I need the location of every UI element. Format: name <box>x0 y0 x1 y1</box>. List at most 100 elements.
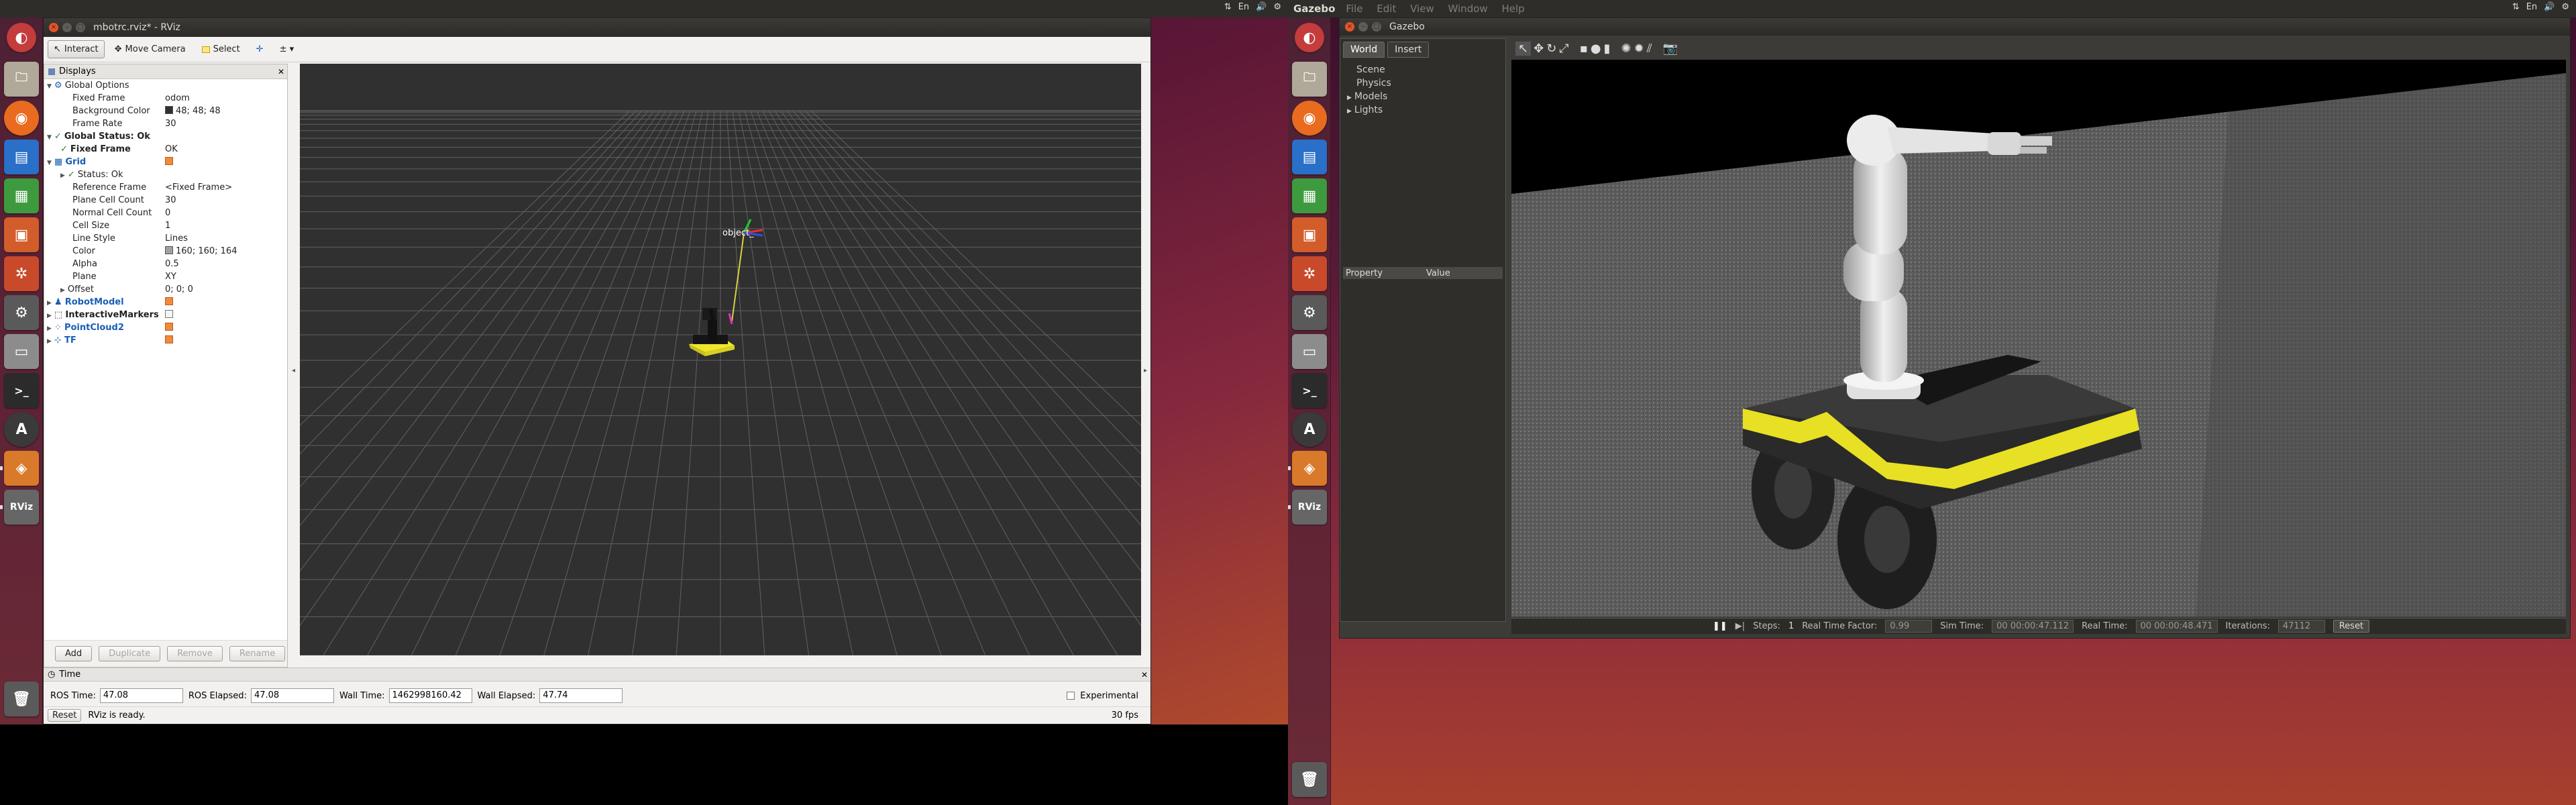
tree-row[interactable]: ✓ Fixed Frame OK <box>44 143 287 156</box>
box-shape-icon[interactable]: ▪ <box>1580 42 1588 56</box>
tree-row[interactable]: Line Style Lines <box>44 232 287 245</box>
tree-item-models[interactable]: ▶ Models <box>1347 91 1499 105</box>
minimize-window-button[interactable]: – <box>1358 22 1368 32</box>
reset-button[interactable]: Reset <box>48 709 82 722</box>
select-mode-icon[interactable]: ↖ <box>1515 41 1532 56</box>
tree-row[interactable]: Alpha 0.5 <box>44 258 287 270</box>
tf-enable-checkbox[interactable] <box>165 335 173 343</box>
drive-icon[interactable]: ▭ <box>1292 334 1327 369</box>
writer-icon[interactable]: ▤ <box>1292 140 1327 174</box>
point-light-icon[interactable]: ✺ <box>1621 42 1631 56</box>
firefox-icon[interactable]: ◉ <box>1292 101 1327 136</box>
robotmodel-enable-checkbox[interactable] <box>165 297 173 305</box>
trash-icon[interactable]: 🗑 <box>4 682 39 716</box>
right-splitter-handle[interactable]: ▸ <box>1144 367 1147 374</box>
rotate-mode-icon[interactable]: ↻ <box>1546 42 1556 56</box>
tab-world[interactable]: World <box>1343 42 1385 58</box>
tree-row[interactable]: ▼ ▦ Grid <box>44 156 287 168</box>
expand-icon[interactable]: ▶ <box>1347 108 1352 115</box>
sphere-shape-icon[interactable]: ● <box>1591 42 1601 56</box>
tree-row[interactable]: Background Color 48; 48; 48 <box>44 105 287 117</box>
pointcloud2-enable-checkbox[interactable] <box>165 322 173 331</box>
tree-item-scene[interactable]: Scene <box>1347 64 1499 78</box>
calc-icon[interactable]: ▦ <box>1292 178 1327 213</box>
volume-icon[interactable]: 🔊 <box>2544 2 2555 12</box>
directional-light-icon[interactable]: ⫽ <box>1647 42 1652 56</box>
cylinder-shape-icon[interactable]: ▮ <box>1604 42 1611 56</box>
settings-gear-icon[interactable]: ⚙ <box>2561 2 2569 12</box>
calc-icon[interactable]: ▦ <box>4 178 39 213</box>
tools-menu-button[interactable]: ± ▾ <box>274 40 301 58</box>
pause-icon[interactable]: ❚❚ <box>1713 621 1727 631</box>
translate-mode-icon[interactable]: ✥ <box>1534 42 1544 56</box>
gazebo-3d-viewport[interactable] <box>1511 60 2566 616</box>
tree-row[interactable]: Fixed Frame odom <box>44 92 287 105</box>
impress-icon[interactable]: ▣ <box>4 217 39 252</box>
volume-icon[interactable]: 🔊 <box>1256 2 1267 12</box>
close-window-button[interactable]: × <box>49 23 58 32</box>
background-color-swatch[interactable] <box>165 106 173 114</box>
dash-home-icon[interactable]: ◐ <box>7 23 36 52</box>
tree-row[interactable]: ▶ ⁘ PointCloud2 <box>44 321 287 334</box>
duplicate-display-button[interactable]: Duplicate <box>99 646 161 661</box>
terminal-icon[interactable]: >_ <box>4 373 39 408</box>
settings-icon[interactable]: ⚙ <box>4 295 39 330</box>
grid-color-swatch[interactable] <box>165 246 173 254</box>
remove-display-button[interactable]: Remove <box>167 646 223 661</box>
experimental-checkbox[interactable] <box>1067 692 1075 700</box>
ros-elapsed-field[interactable]: 47.08 <box>250 688 334 703</box>
interact-tool[interactable]: ↖ Interact <box>48 40 105 58</box>
left-splitter-handle[interactable]: ◂ <box>292 367 295 374</box>
spot-light-icon[interactable]: ✹ <box>1634 42 1644 56</box>
software-center-icon[interactable]: ✲ <box>4 256 39 291</box>
tree-row[interactable]: ▼ ✓ Global Status: Ok <box>44 130 287 143</box>
tab-insert[interactable]: Insert <box>1387 42 1430 58</box>
tree-row[interactable]: ▶ ✓ Status: Ok <box>44 168 287 181</box>
tree-row[interactable]: Frame Rate 30 <box>44 117 287 130</box>
tree-row[interactable]: ▶ ⊹ TF <box>44 334 287 347</box>
tree-item-lights[interactable]: ▶ Lights <box>1347 105 1499 118</box>
grid-enable-checkbox[interactable] <box>165 156 173 165</box>
interactivemarkers-enable-checkbox[interactable] <box>165 309 173 318</box>
panel-close-icon[interactable]: ✕ <box>1141 670 1148 680</box>
tree-row[interactable]: Reference Frame <Fixed Frame> <box>44 181 287 194</box>
tree-item-physics[interactable]: Physics <box>1347 78 1499 91</box>
close-window-button[interactable]: × <box>1345 22 1354 32</box>
steps-spinner[interactable]: 1 <box>1788 621 1794 631</box>
tree-row[interactable]: ▶ Offset 0; 0; 0 <box>44 283 287 296</box>
rename-display-button[interactable]: Rename <box>229 646 286 661</box>
files-icon[interactable]: 🗀 <box>1292 62 1327 97</box>
gazebo-launcher-icon[interactable]: ◈ <box>1292 451 1327 486</box>
updater-icon[interactable]: A <box>1292 412 1327 447</box>
menu-edit[interactable]: Edit <box>1377 3 1396 15</box>
panel-close-icon[interactable]: ✕ <box>278 67 284 76</box>
rviz-3d-viewport[interactable]: object_ <box>300 64 1141 655</box>
move-camera-tool[interactable]: ✥ Move Camera <box>109 40 192 58</box>
menu-view[interactable]: View <box>1410 3 1434 15</box>
wall-elapsed-field[interactable]: 47.74 <box>539 688 623 703</box>
focus-camera-tool[interactable]: ✛ <box>250 40 270 58</box>
tree-row[interactable]: ▶ ⬚ InteractiveMarkers <box>44 309 287 321</box>
software-center-icon[interactable]: ✲ <box>1292 256 1327 291</box>
drive-icon[interactable]: ▭ <box>4 334 39 369</box>
tree-row[interactable]: Color 160; 160; 164 <box>44 245 287 258</box>
firefox-icon[interactable]: ◉ <box>4 101 39 136</box>
files-icon[interactable]: 🗀 <box>4 62 39 97</box>
select-tool[interactable]: Select <box>196 40 246 58</box>
add-display-button[interactable]: Add <box>55 646 93 661</box>
tree-row[interactable]: Normal Cell Count 0 <box>44 207 287 219</box>
settings-icon[interactable]: ⚙ <box>1292 295 1327 330</box>
reset-time-button[interactable]: Reset <box>2332 620 2370 633</box>
keyboard-layout[interactable]: En <box>2526 2 2537 12</box>
keyboard-layout[interactable]: En <box>1238 2 1249 12</box>
network-icon[interactable]: ⇅ <box>2512 2 2520 12</box>
maximize-window-button[interactable]: □ <box>1372 22 1381 32</box>
gazebo-launcher-icon[interactable]: ◈ <box>4 451 39 486</box>
tree-row[interactable]: Cell Size 1 <box>44 219 287 232</box>
menu-file[interactable]: File <box>1346 3 1362 15</box>
tree-row[interactable]: Plane XY <box>44 270 287 283</box>
dash-home-icon[interactable]: ◐ <box>1295 23 1324 52</box>
menu-help[interactable]: Help <box>1501 3 1524 15</box>
menu-window[interactable]: Window <box>1448 3 1488 15</box>
screenshot-icon[interactable]: 📷 <box>1663 42 1678 56</box>
